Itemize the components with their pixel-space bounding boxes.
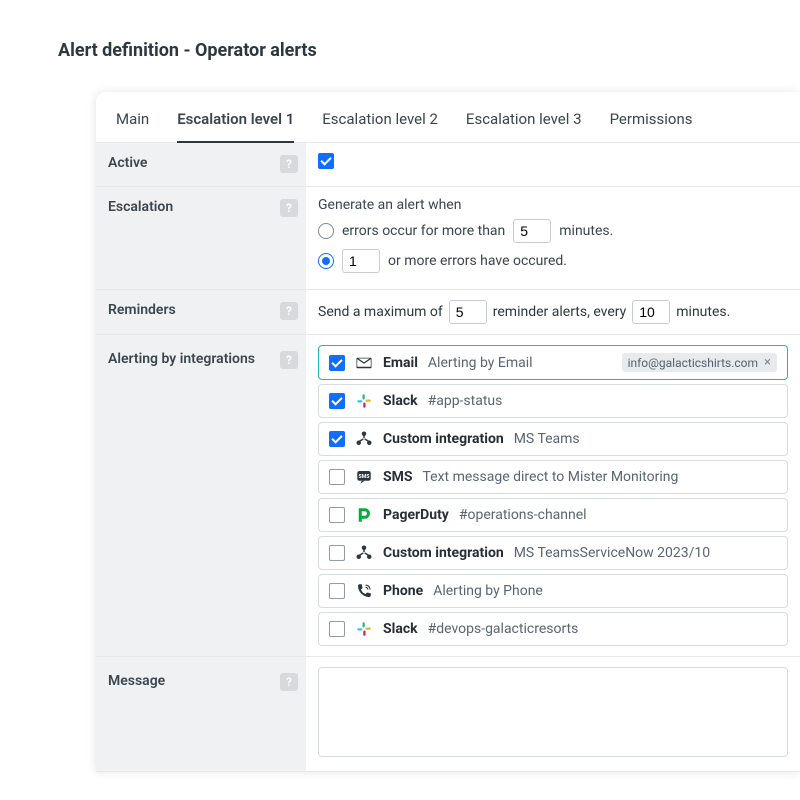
integration-name: SMS (383, 469, 413, 485)
label-reminders-text: Reminders (108, 302, 176, 318)
remove-tag-icon[interactable]: × (764, 355, 771, 370)
escalation-intro: Generate an alert when (318, 197, 788, 213)
integration-desc: #operations-channel (459, 507, 587, 523)
integration-name: Email (383, 355, 418, 371)
integration-desc: #app-status (428, 393, 503, 409)
label-escalation: Escalation ? (96, 187, 306, 289)
row-message: Message ? (96, 657, 800, 772)
integration-desc: MS TeamsServiceNow 2023/10 (514, 545, 710, 561)
reminders-pre: Send a maximum of (318, 304, 443, 320)
escalation-count-input[interactable] (342, 249, 380, 273)
integration-desc: Alerting by Phone (433, 583, 543, 599)
phone-icon (355, 582, 373, 600)
integration-item[interactable]: Slack #devops-galacticresorts (318, 612, 788, 646)
integration-item[interactable]: Custom integration MS Teams (318, 422, 788, 456)
email-icon (355, 354, 373, 372)
integration-desc: Alerting by Email (428, 355, 533, 371)
integration-item[interactable]: Custom integration MS TeamsServiceNow 202… (318, 536, 788, 570)
integration-checkbox[interactable] (329, 393, 345, 409)
label-message: Message ? (96, 657, 306, 771)
integration-checkbox[interactable] (329, 469, 345, 485)
custom-icon (355, 544, 373, 562)
integration-checkbox[interactable] (329, 545, 345, 561)
label-message-text: Message (108, 673, 165, 689)
escalation-radio-count[interactable] (318, 253, 334, 269)
label-active: Active ? (96, 143, 306, 186)
sms-icon: SMS (355, 468, 373, 486)
integration-name: PagerDuty (383, 507, 449, 523)
integration-desc: MS Teams (514, 431, 580, 447)
help-icon[interactable]: ? (280, 673, 298, 691)
help-icon[interactable]: ? (280, 155, 298, 173)
reminders-mid: reminder alerts, every (493, 304, 627, 320)
label-escalation-text: Escalation (108, 199, 173, 215)
integration-tag-text: info@galacticshirts.com (628, 356, 758, 370)
pagerduty-icon (355, 506, 373, 524)
integration-tag: info@galacticshirts.com × (622, 353, 777, 372)
message-textarea[interactable] (318, 667, 788, 757)
escalation-opt1-post: minutes. (559, 223, 613, 239)
help-icon[interactable]: ? (280, 302, 298, 320)
integration-desc: Text message direct to Mister Monitoring (423, 469, 679, 485)
integration-checkbox[interactable] (329, 583, 345, 599)
integration-name: Custom integration (383, 545, 504, 561)
reminders-post: minutes. (676, 304, 730, 320)
integration-name: Phone (383, 583, 423, 599)
escalation-duration-input[interactable] (513, 219, 551, 243)
help-icon[interactable]: ? (280, 351, 298, 369)
integration-checkbox[interactable] (329, 431, 345, 447)
tab-main[interactable]: Main (116, 110, 149, 142)
escalation-opt2-post: or more errors have occured. (388, 253, 567, 269)
custom-icon (355, 430, 373, 448)
tab-bar: Main Escalation level 1 Escalation level… (96, 92, 800, 143)
tab-escalation-1[interactable]: Escalation level 1 (177, 110, 294, 142)
row-escalation: Escalation ? Generate an alert when erro… (96, 187, 800, 290)
row-reminders: Reminders ? Send a maximum of reminder a… (96, 290, 800, 335)
row-integrations: Alerting by integrations ? Email Alerting… (96, 335, 800, 657)
integration-checkbox[interactable] (329, 507, 345, 523)
escalation-opt1-pre: errors occur for more than (342, 223, 505, 239)
integration-item[interactable]: Slack #app-status (318, 384, 788, 418)
label-integrations-text: Alerting by integrations (108, 351, 255, 367)
tab-escalation-3[interactable]: Escalation level 3 (466, 110, 582, 142)
integration-name: Custom integration (383, 431, 504, 447)
integration-name: Slack (383, 621, 418, 637)
page-title: Alert definition - Operator alerts (0, 0, 800, 81)
label-integrations: Alerting by integrations ? (96, 335, 306, 656)
integration-checkbox[interactable] (329, 355, 345, 371)
integration-item[interactable]: Phone Alerting by Phone (318, 574, 788, 608)
label-reminders: Reminders ? (96, 290, 306, 334)
tab-permissions[interactable]: Permissions (610, 110, 693, 142)
svg-text:SMS: SMS (358, 474, 370, 480)
tab-escalation-2[interactable]: Escalation level 2 (322, 110, 438, 142)
escalation-radio-duration[interactable] (318, 223, 334, 239)
integration-name: Slack (383, 393, 418, 409)
integration-list: Email Alerting by Email info@galacticshirt… (318, 345, 788, 646)
help-icon[interactable]: ? (280, 199, 298, 217)
row-active: Active ? (96, 143, 800, 187)
slack-icon (355, 392, 373, 410)
active-checkbox[interactable] (318, 153, 334, 169)
reminders-max-input[interactable] (449, 300, 487, 324)
slack-icon (355, 620, 373, 638)
integration-desc: #devops-galacticresorts (428, 621, 579, 637)
config-panel: Main Escalation level 1 Escalation level… (96, 92, 800, 772)
integration-checkbox[interactable] (329, 621, 345, 637)
integration-item[interactable]: PagerDuty #operations-channel (318, 498, 788, 532)
integration-item[interactable]: Email Alerting by Email info@galacticshirt… (318, 345, 788, 380)
integration-item[interactable]: SMS SMS Text message direct to Mister Moni… (318, 460, 788, 494)
reminders-every-input[interactable] (632, 300, 670, 324)
label-active-text: Active (108, 155, 147, 171)
